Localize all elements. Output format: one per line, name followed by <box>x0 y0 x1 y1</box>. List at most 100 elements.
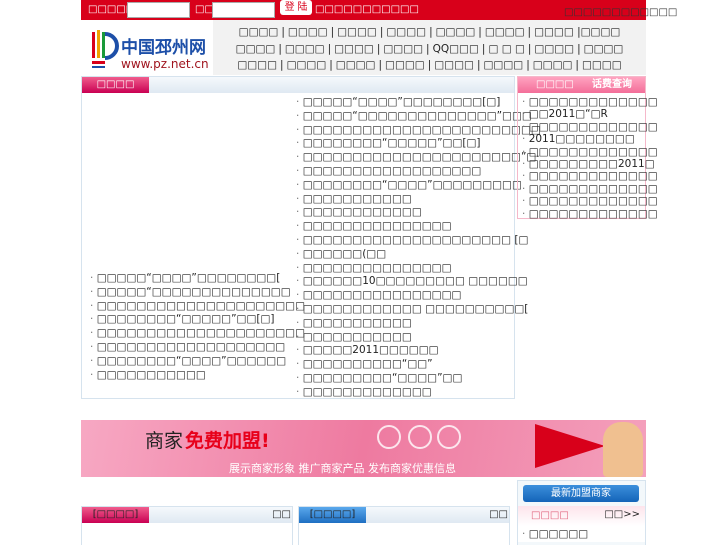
news-link[interactable]: □□□□□□□□“□□□□”□□□□□□ <box>90 355 305 369</box>
cart-icon <box>408 425 432 449</box>
nav-link[interactable]: □□□□ <box>239 26 279 38</box>
site-logo[interactable]: 中国邳州网 www.pz.net.cn <box>81 20 213 75</box>
news-link[interactable]: □□□□□□□□□□□□ □□□□□□□□□□[ <box>296 303 541 317</box>
news-link[interactable]: □□□□□□□□□□□ <box>296 193 541 207</box>
nav-link[interactable]: □□□□ <box>237 59 277 71</box>
news-link[interactable]: □□□□□□□□□□□□□□□ <box>296 262 541 276</box>
tab-bottom-1[interactable]: [□□□□] <box>82 507 149 523</box>
news-link[interactable]: □□□□□□□□□□□ <box>296 317 541 331</box>
news-link[interactable]: □□□□□□□□□□□ <box>90 369 305 383</box>
news-link[interactable]: □□□□□□□□□□□□□□□□ <box>296 289 541 303</box>
nav-separator: | <box>429 26 433 38</box>
more-link[interactable]: □□ <box>489 509 508 520</box>
news-link[interactable]: □□□□□“□□□□□□□□□□□□□□ <box>90 286 305 300</box>
nav-separator: | <box>426 42 430 55</box>
banner-title-b: 免费加盟! <box>185 430 270 452</box>
merchant-link[interactable]: □□□□□□ <box>522 528 645 542</box>
news-link[interactable]: □□□□□□□□□□□□□□□□□□□ <box>90 341 305 355</box>
nav-separator: | <box>575 59 579 71</box>
tab-bottom-2[interactable]: [□□□□] <box>299 507 366 523</box>
nav-link[interactable]: □□□□ <box>484 59 524 71</box>
nav-link[interactable]: □□□□ <box>534 43 574 55</box>
nav-separator: | <box>577 42 581 55</box>
nav-link[interactable]: □□□□ <box>485 26 525 38</box>
tab-news[interactable]: □□□□ <box>82 77 149 93</box>
nav-link[interactable]: □□□□ <box>336 59 376 71</box>
nav-link[interactable]: □□□□ <box>436 26 476 38</box>
news-link[interactable]: □□□□□□□□□□□□□□□□□□□□□□”□· <box>296 151 541 165</box>
nav-link[interactable]: □□□□ <box>236 43 276 55</box>
news-box: □□□□ □□□□□“□□□□”□□□□□□□□[□□□□□“□□□□□□□□□… <box>81 76 541 399</box>
news-link[interactable]: □□□□□□□□□□□□□ <box>296 386 541 400</box>
sidebar-link[interactable]: □□□□□□□□□□□□□ <box>522 195 658 207</box>
news-link[interactable]: □□□□□□□□□□□□□□□□□□□□□ <box>90 300 305 314</box>
tab-sidebar[interactable]: □□□□ <box>536 77 574 93</box>
tab-bottom-3[interactable]: □□□□ <box>531 510 569 521</box>
news-link[interactable]: □□□□□□□□□□□ <box>296 331 541 345</box>
news-link[interactable]: □□□□□□□□□“□□□□”□□ <box>296 372 541 386</box>
merchant-join-banner[interactable]: 商家 免费加盟! 展示商家形象 推广商家产品 发布商家优惠信息 <box>81 420 646 477</box>
news-link[interactable]: □□□□□□□□“□□□□”□□□□□□□□□ <box>296 179 541 193</box>
news-link[interactable]: □□□□□□□□“□□□□□”□□[□] <box>90 313 305 327</box>
more-link[interactable]: □□>> <box>604 509 640 520</box>
nav-separator: | <box>281 26 285 38</box>
nav-link[interactable]: □□□□ |□□□□ <box>534 26 620 38</box>
nav-link[interactable]: □□□□ <box>533 59 573 71</box>
nav-link[interactable]: □□□□ <box>584 43 624 55</box>
nav-link[interactable]: □□□□ <box>385 59 425 71</box>
news-link[interactable]: □□□□□□10□□□□□□□□□ □□□□□□ <box>296 275 541 289</box>
sidebar-link[interactable]: □□□□□□□□□□□□□ <box>522 183 658 195</box>
news-link[interactable]: □□□□□2011□□□□□□ <box>296 344 541 358</box>
news-link[interactable]: □□□□□□□□“□□□□□”□□[□] <box>296 137 541 151</box>
nav-link[interactable]: □□□□ <box>582 59 622 71</box>
bottom-box-3: 最新加盟商家 □□□□ □□>> □□□□□□ <box>517 480 646 545</box>
password-input[interactable] <box>212 2 275 18</box>
bottom-box-2: [□□□□] □□ <box>298 506 510 545</box>
nav-link[interactable]: □□□□ <box>288 26 328 38</box>
nav-link[interactable]: □□□□ <box>434 59 474 71</box>
news-link[interactable]: □□□□□□□□□□□□ <box>296 206 541 220</box>
sidebar-link[interactable]: □□□□□□□□□2011□ <box>522 158 655 170</box>
news-link[interactable]: □□□□□□□□□□□□□□□ <box>296 220 541 234</box>
register-link[interactable]: □□□□□□□□□□□ <box>315 4 419 15</box>
megaphone-icon <box>535 424 605 468</box>
nav-link[interactable]: □ □ □ <box>488 43 524 55</box>
sidebar-link[interactable]: □□□□□□□□□□□□□ <box>522 121 658 133</box>
news-link[interactable]: □□□□□□□□□□□□□□□□□□ <box>296 165 541 179</box>
sidebar-link[interactable]: 2011□□□□□□□□ <box>522 133 645 145</box>
nav-link[interactable]: □□□□ <box>334 43 374 55</box>
news-link[interactable]: □□□□□“□□□□”□□□□□□□□[□] <box>296 96 541 110</box>
nav-separator: | <box>476 59 481 71</box>
news-link[interactable]: □□□□□“□□□□”□□□□□□□□[ <box>90 272 305 286</box>
nav-separator: | <box>478 26 482 38</box>
more-link[interactable]: □□ <box>272 509 291 520</box>
sidebar-box: □□□□ 话费查询 □□□□□□□□□□□□□□□2011□“□R□□□□□□□… <box>517 76 658 220</box>
nav-link[interactable]: QQ□□□ <box>433 43 479 55</box>
sidebar-link[interactable]: □□□□□□□□□□□□□ <box>522 170 658 182</box>
username-input[interactable] <box>127 2 190 18</box>
login-button[interactable]: 登 陆 <box>280 0 312 15</box>
news-link[interactable]: □□□□□□□□□□□□□□□□□□□□□□□□ <box>296 124 541 138</box>
news-link[interactable]: □□□□□□(□□ <box>296 248 541 262</box>
nav-link[interactable]: □□□□ <box>386 26 426 38</box>
sidebar-link[interactable]: □□2011□“□R <box>522 108 645 120</box>
nav-link[interactable]: □□□□ <box>383 43 423 55</box>
sidebar-link[interactable]: □□□□□□□□□□□□□ <box>522 146 658 158</box>
news-link[interactable]: □□□□□“□□□□□□□□□□□□□□”□□□ <box>296 110 541 124</box>
nav-link[interactable]: □□□□ <box>287 59 327 71</box>
nav-link[interactable]: □□□□ <box>337 26 377 38</box>
top-right-links[interactable]: □□□□□□□□□□□□ <box>564 7 677 18</box>
sidebar-link[interactable]: □□□□□□□□□□□□□ <box>522 96 658 108</box>
nav-separator: | <box>280 59 284 71</box>
nav-separator: | <box>379 26 384 38</box>
news-list-middle: □□□□□“□□□□”□□□□□□□□[□]□□□□□“□□□□□□□□□□□□… <box>296 96 541 400</box>
main-navigation: □□□□ | □□□□ | □□□□ | □□□□ | □□□□ | □□□□ | □□□□ |□□□□… <box>213 20 646 75</box>
news-link[interactable]: □□□□□□□□□□□□□□□□□□□□□ <box>90 327 305 341</box>
news-link[interactable]: □□□□□□□□□□□□□□□□□□□□□ [□ <box>296 234 541 248</box>
sidebar-link[interactable]: □□□□□□□□□□□□□ <box>522 208 658 220</box>
newest-merchants-button[interactable]: 最新加盟商家 <box>523 485 639 502</box>
logo-url: www.pz.net.cn <box>121 57 209 71</box>
news-link[interactable]: □□□□□□□□□□“□□” <box>296 358 541 372</box>
phone-bill-query-link[interactable]: 话费查询 <box>592 77 632 93</box>
nav-link[interactable]: □□□□ <box>285 43 325 55</box>
